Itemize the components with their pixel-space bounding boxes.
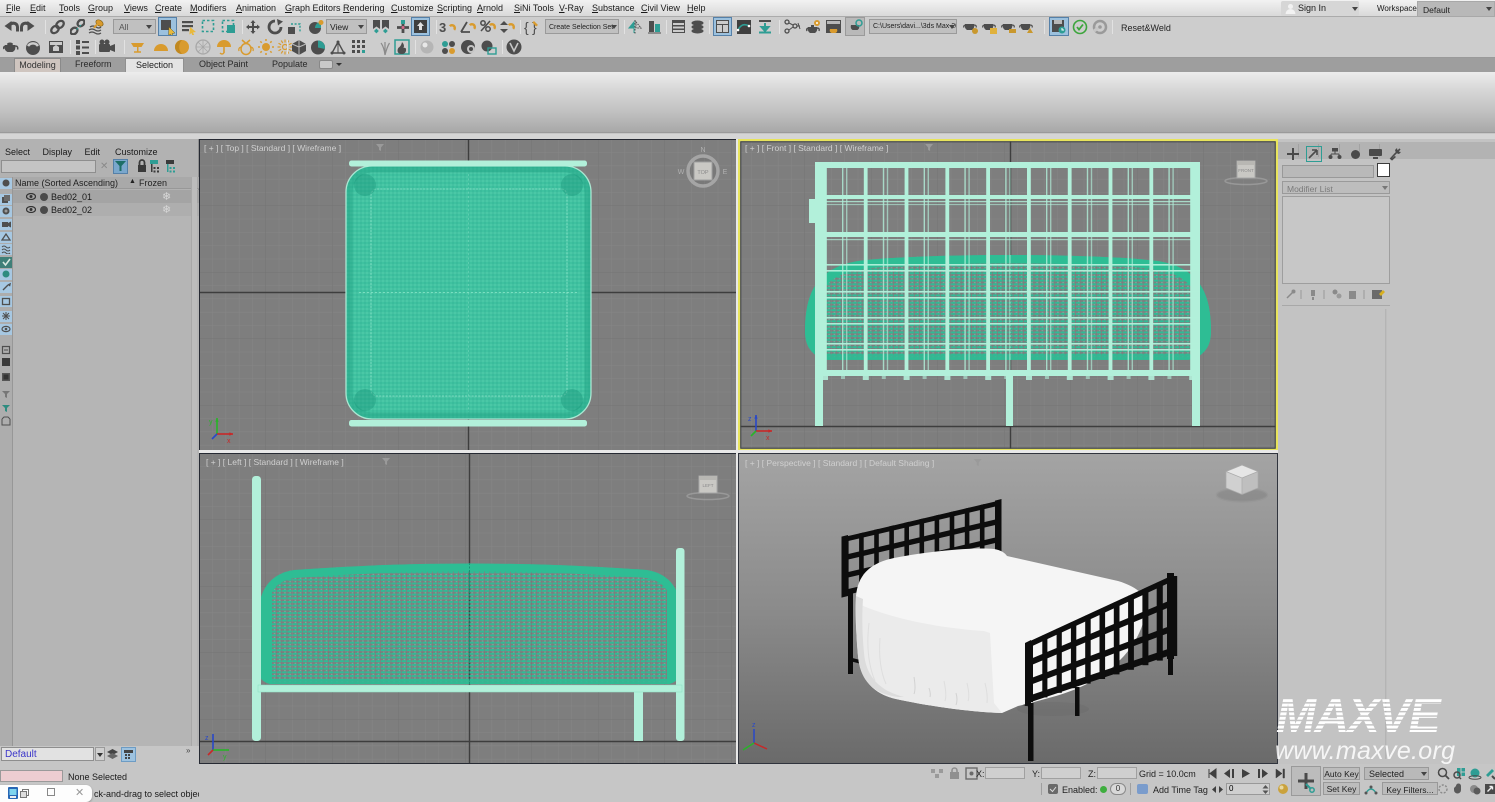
svg-text:z: z — [752, 722, 756, 729]
svg-text:LEFT: LEFT — [702, 483, 713, 488]
svg-text:TOP: TOP — [697, 170, 709, 176]
svg-text:y: y — [209, 419, 213, 426]
svg-text:FRONT: FRONT — [1238, 168, 1254, 173]
svg-text:[ + ] [ Top ] [ Standard ] [ W: [ + ] [ Top ] [ Standard ] [ Wireframe ] — [204, 143, 341, 153]
svg-text:[ + ] [ Left ] [ Standard ] [: [ + ] [ Left ] [ Standard ] [ Wireframe … — [206, 457, 344, 467]
svg-text:W: W — [678, 169, 685, 176]
svg-text:3: 3 — [439, 20, 446, 35]
svg-text:{: { — [524, 19, 529, 35]
svg-text:z: z — [748, 416, 752, 423]
svg-text:z: z — [205, 735, 209, 742]
svg-text:x: x — [766, 435, 770, 442]
svg-text:y: y — [223, 754, 227, 761]
svg-text:N: N — [700, 147, 705, 154]
svg-text:}: } — [532, 19, 537, 35]
svg-text:E: E — [723, 169, 728, 176]
svg-text:www.maxve.org: www.maxve.org — [1275, 737, 1455, 764]
svg-text:[ + ] [ Perspective ] [ Standa: [ + ] [ Perspective ] [ Standard ] [ Def… — [745, 458, 934, 468]
svg-text:[ + ] [ Front ] [ Standard ] [: [ + ] [ Front ] [ Standard ] [ Wireframe… — [745, 143, 888, 153]
svg-text:x: x — [227, 438, 231, 445]
svg-text:MAXVE: MAXVE — [1276, 690, 1443, 743]
